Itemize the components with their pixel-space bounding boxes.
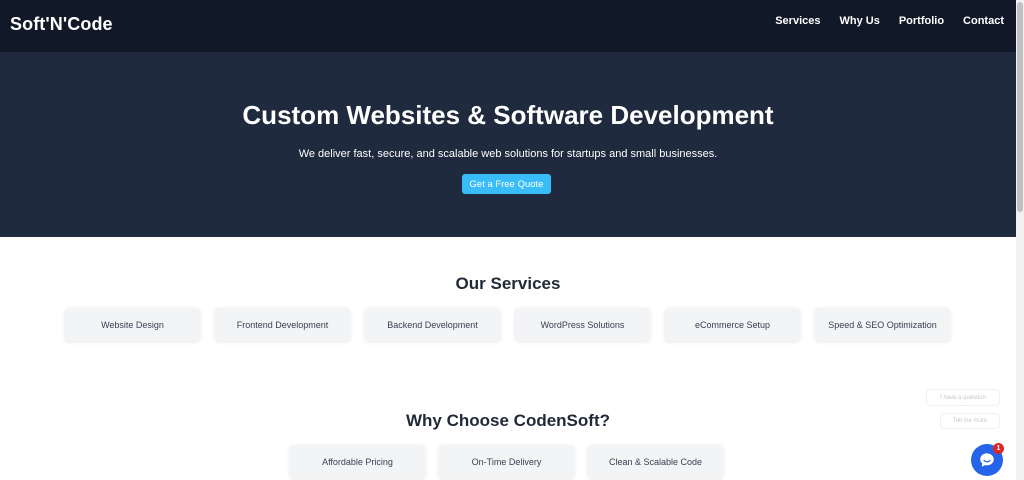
service-card: Website Design — [65, 308, 200, 341]
chat-notification-badge: 1 — [993, 443, 1004, 454]
why-title: Why Choose CodenSoft? — [406, 411, 610, 430]
site-logo[interactable]: Soft'N'Code — [10, 14, 113, 35]
site-header: Soft'N'Code Services Why Us Portfolio Co… — [0, 0, 1016, 52]
hero-subtitle: We deliver fast, secure, and scalable we… — [298, 148, 718, 160]
get-quote-button[interactable]: Get a Free Quote — [462, 174, 551, 194]
chat-suggestion[interactable]: Tell me more — [940, 413, 1000, 429]
service-card: eCommerce Setup — [665, 308, 800, 341]
services-title: Our Services — [455, 274, 561, 293]
hero-section: Custom Websites & Software Development W… — [0, 52, 1016, 237]
service-card: WordPress Solutions — [515, 308, 650, 341]
main-nav: Services Why Us Portfolio Contact — [775, 15, 1004, 27]
scrollbar-thumb[interactable] — [1017, 2, 1023, 212]
chat-icon — [980, 453, 994, 467]
why-card: Clean & Scalable Code — [588, 445, 723, 478]
hero-title: Custom Websites & Software Development — [242, 100, 774, 130]
nav-contact[interactable]: Contact — [963, 15, 1004, 27]
page-scrollbar[interactable] — [1016, 0, 1024, 480]
service-card: Backend Development — [365, 308, 500, 341]
why-card: On-Time Delivery — [439, 445, 574, 478]
why-list: Affordable Pricing On-Time Delivery Clea… — [290, 445, 723, 478]
nav-services[interactable]: Services — [775, 15, 820, 27]
service-card: Speed & SEO Optimization — [815, 308, 950, 341]
nav-why-us[interactable]: Why Us — [839, 15, 879, 27]
why-card: Affordable Pricing — [290, 445, 425, 478]
service-card: Frontend Development — [215, 308, 350, 341]
page: Soft'N'Code Services Why Us Portfolio Co… — [0, 0, 1016, 480]
nav-portfolio[interactable]: Portfolio — [899, 15, 944, 27]
services-list: Website Design Frontend Development Back… — [65, 308, 950, 341]
chat-suggestion[interactable]: I have a question — [926, 389, 1000, 406]
